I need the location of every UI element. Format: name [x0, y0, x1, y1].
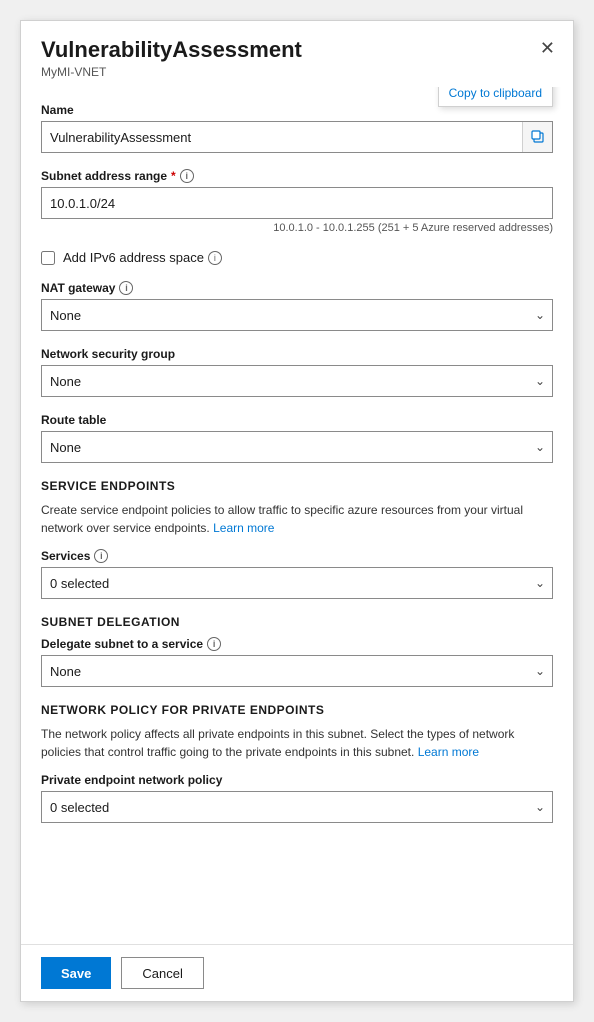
services-group: Services i 0 selected ⌄ [41, 549, 553, 599]
ipv6-label[interactable]: Add IPv6 address space i [63, 250, 222, 265]
route-table-label: Route table [41, 413, 553, 427]
copy-to-clipboard-button[interactable] [522, 122, 552, 152]
name-input-wrapper: Copy to clipboard [41, 121, 553, 153]
private-endpoint-policy-select-wrapper: 0 selected ⌄ [41, 791, 553, 823]
service-endpoints-learn-more[interactable]: Learn more [213, 521, 274, 535]
required-marker: * [171, 169, 176, 183]
subnet-address-range-group: Subnet address range * i 10.0.1.0 - 10.0… [41, 169, 553, 234]
panel-footer: Save Cancel [21, 944, 573, 1001]
nsg-group: Network security group None ⌄ [41, 347, 553, 397]
route-table-select[interactable]: None [41, 431, 553, 463]
route-table-select-wrapper: None ⌄ [41, 431, 553, 463]
subnet-delegation-select[interactable]: None [41, 655, 553, 687]
service-endpoints-header: SERVICE ENDPOINTS [41, 479, 553, 493]
subnet-delegation-info-icon[interactable]: i [207, 637, 221, 651]
subnet-address-label: Subnet address range * i [41, 169, 553, 183]
nsg-label: Network security group [41, 347, 553, 361]
subnet-delegation-label: Delegate subnet to a service i [41, 637, 553, 651]
network-policy-header: NETWORK POLICY FOR PRIVATE ENDPOINTS [41, 703, 553, 717]
panel-header: VulnerabilityAssessment MyMI-VNET ✕ [21, 21, 573, 87]
cancel-button[interactable]: Cancel [121, 957, 203, 989]
nat-gateway-group: NAT gateway i None ⌄ [41, 281, 553, 331]
nsg-select-wrapper: None ⌄ [41, 365, 553, 397]
nat-gateway-label: NAT gateway i [41, 281, 553, 295]
close-button[interactable]: ✕ [536, 35, 559, 61]
subnet-address-range-input[interactable] [41, 187, 553, 219]
private-endpoint-policy-select[interactable]: 0 selected [41, 791, 553, 823]
name-field-group: Name Copy to clipboard [41, 103, 553, 153]
nat-gateway-info-icon[interactable]: i [119, 281, 133, 295]
panel-subtitle: MyMI-VNET [41, 65, 553, 79]
subnet-hint: 10.0.1.0 - 10.0.1.255 (251 + 5 Azure res… [41, 222, 553, 234]
panel-content: Name Copy to clipboard Subnet address ra… [21, 87, 573, 944]
network-policy-learn-more[interactable]: Learn more [418, 745, 479, 759]
subnet-delegation-group: Delegate subnet to a service i None ⌄ [41, 637, 553, 687]
nsg-select[interactable]: None [41, 365, 553, 397]
ipv6-checkbox[interactable] [41, 251, 55, 265]
services-info-icon[interactable]: i [94, 549, 108, 563]
services-label: Services i [41, 549, 553, 563]
ipv6-info-icon[interactable]: i [208, 251, 222, 265]
private-endpoint-policy-group: Private endpoint network policy 0 select… [41, 773, 553, 823]
subnet-delegation-header: SUBNET DELEGATION [41, 615, 553, 629]
panel: VulnerabilityAssessment MyMI-VNET ✕ Name… [20, 20, 574, 1002]
nat-gateway-select-wrapper: None ⌄ [41, 299, 553, 331]
copy-tooltip: Copy to clipboard [438, 87, 553, 107]
save-button[interactable]: Save [41, 957, 111, 989]
service-endpoints-desc: Create service endpoint policies to allo… [41, 501, 553, 537]
subnet-info-icon[interactable]: i [180, 169, 194, 183]
subnet-delegation-select-wrapper: None ⌄ [41, 655, 553, 687]
network-policy-desc: The network policy affects all private e… [41, 725, 553, 761]
name-input[interactable] [41, 121, 553, 153]
nat-gateway-select[interactable]: None [41, 299, 553, 331]
services-select-wrapper: 0 selected ⌄ [41, 567, 553, 599]
panel-title: VulnerabilityAssessment [41, 37, 553, 63]
services-select[interactable]: 0 selected [41, 567, 553, 599]
private-endpoint-policy-label: Private endpoint network policy [41, 773, 553, 787]
route-table-group: Route table None ⌄ [41, 413, 553, 463]
ipv6-checkbox-row: Add IPv6 address space i [41, 250, 553, 265]
